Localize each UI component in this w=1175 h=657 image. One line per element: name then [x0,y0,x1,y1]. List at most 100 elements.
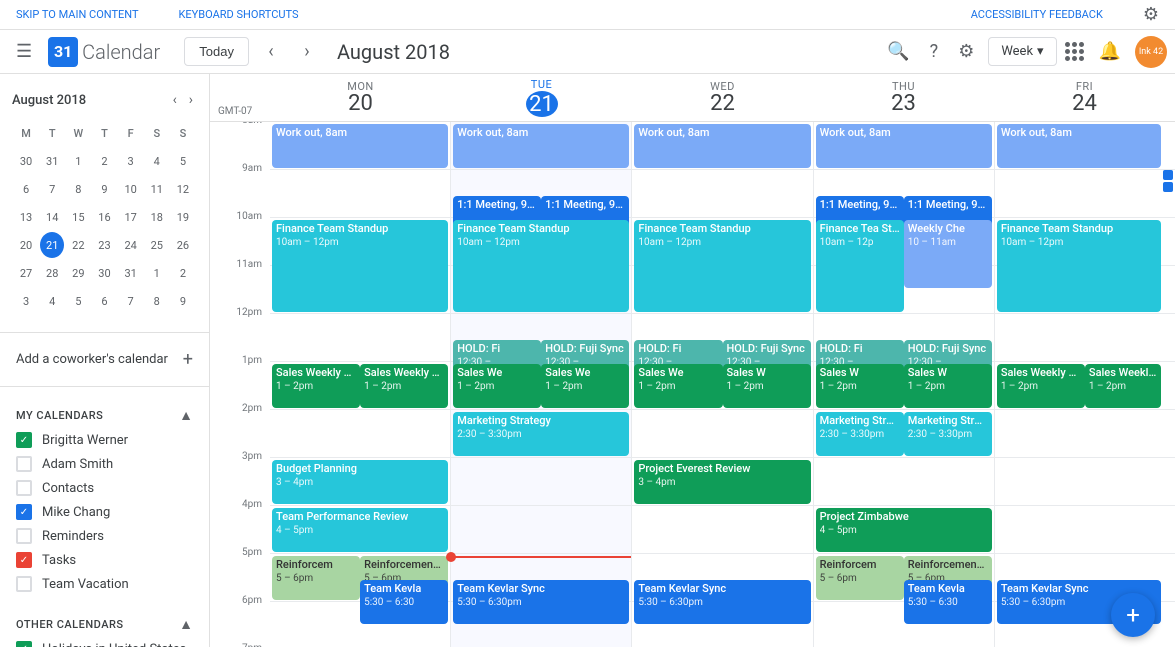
event-performance-mon[interactable]: Team Performance Review 4 – 5pm [272,508,448,552]
mini-cal-day[interactable]: 19 [171,204,195,230]
event-workout-tue[interactable]: Work out, 8am [453,124,629,168]
add-coworker-button[interactable]: Add a coworker's calendar + [0,341,209,378]
event-finance-mon[interactable]: Finance Team Standup 10am – 12pm [272,220,448,312]
calendar-item-brigitta[interactable]: Brigitta Werner [0,428,209,452]
mini-cal-next[interactable]: › [185,90,197,110]
calendar-item-adam[interactable]: Adam Smith [0,452,209,476]
calendar-checkbox-tasks[interactable] [16,552,32,568]
mini-cal-day[interactable]: 11 [145,176,169,202]
event-workout-mon[interactable]: Work out, 8am [272,124,448,168]
mini-cal-day[interactable]: 10 [119,176,143,202]
mini-cal-day[interactable]: 9 [92,176,116,202]
calendar-item-holidays[interactable]: Holidays in United States [0,637,209,647]
calendar-checkbox-adam[interactable] [16,456,32,472]
mini-cal-day[interactable]: 3 [119,148,143,174]
settings-icon[interactable]: ⚙ [1143,4,1159,25]
prev-week-button[interactable]: ‹ [257,38,285,66]
day-header-mon[interactable]: MON 20 [270,74,451,121]
calendar-item-reminders[interactable]: Reminders [0,524,209,548]
event-sales-mon-1[interactable]: Sales Weekly Kick 1 – 2pm [272,364,360,408]
mini-cal-day[interactable]: 17 [119,204,143,230]
collapse-my-cals-icon[interactable]: ▲ [179,407,193,424]
mini-cal-day[interactable]: 5 [171,148,195,174]
mini-cal-day[interactable]: 22 [66,232,90,258]
calendar-checkbox-brigitta[interactable] [16,432,32,448]
calendar-checkbox-holidays[interactable] [16,641,32,647]
mini-cal-day[interactable]: 5 [66,288,90,314]
event-sales-wed-1[interactable]: Sales We 1 – 2pm [634,364,722,408]
event-budget-mon[interactable]: Budget Planning 3 – 4pm [272,460,448,504]
mini-cal-day[interactable]: 6 [92,288,116,314]
event-finance-fri[interactable]: Finance Team Standup 10am – 12pm [997,220,1161,312]
mini-cal-day[interactable]: 1 [66,148,90,174]
mini-cal-day[interactable]: 8 [66,176,90,202]
event-reinforce-mon-1[interactable]: Reinforcem 5 – 6pm [272,556,360,600]
collapse-other-cals-icon[interactable]: ▲ [179,616,193,633]
calendar-item-mike[interactable]: Mike Chang [0,500,209,524]
keyboard-link[interactable]: KEYBOARD SHORTCUTS [179,8,299,21]
event-project-everest[interactable]: Project Everest Review 3 – 4pm [634,460,810,504]
mini-cal-day[interactable]: 30 [92,260,116,286]
mini-cal-day[interactable]: 28 [40,260,64,286]
mini-cal-day[interactable]: 27 [14,260,38,286]
day-col-tue[interactable]: Work out, 8am 1:1 Meeting, 9:30a 1:1 Mee… [450,122,631,647]
user-avatar[interactable]: Ink 42 [1135,36,1167,68]
day-col-fri[interactable]: Work out, 8am Finance Team Standup 10am … [994,122,1175,647]
event-sales-mon-2[interactable]: Sales Weekly Kick 1 – 2pm [360,364,448,408]
mini-cal-prev[interactable]: ‹ [169,90,181,110]
event-sales-thu-2[interactable]: Sales W 1 – 2pm [904,364,992,408]
event-sales-thu-1[interactable]: Sales W 1 – 2pm [816,364,904,408]
event-kevlar-mon[interactable]: Team Kevla 5:30 – 6:30 [360,580,448,624]
calendar-checkbox-reminders[interactable] [16,528,32,544]
calendar-checkbox-contacts[interactable] [16,480,32,496]
mini-cal-day[interactable]: 2 [171,260,195,286]
mini-cal-day[interactable]: 7 [40,176,64,202]
today-button[interactable]: Today [184,37,249,66]
event-marketing-tue[interactable]: Marketing Strategy 2:30 – 3:30pm [453,412,629,456]
mini-cal-day[interactable]: 13 [14,204,38,230]
mini-cal-day[interactable]: 9 [171,288,195,314]
my-calendars-header[interactable]: My calendars ▲ [0,403,209,428]
mini-cal-day[interactable]: 31 [40,148,64,174]
other-calendars-header[interactable]: Other calendars ▲ [0,612,209,637]
day-header-tue[interactable]: TUE 21 [451,74,632,121]
event-weekly-check-thu[interactable]: Weekly Che 10 – 11am [904,220,992,288]
mini-cal-day[interactable]: 7 [119,288,143,314]
calendar-item-team-vacation[interactable]: Team Vacation [0,572,209,596]
mini-cal-day[interactable]: 4 [145,148,169,174]
day-header-wed[interactable]: WED 22 [632,74,813,121]
event-kevlar-wed[interactable]: Team Kevlar Sync 5:30 – 6:30pm [634,580,810,624]
mini-cal-day[interactable]: 6 [14,176,38,202]
mini-cal-day[interactable]: 24 [119,232,143,258]
next-week-button[interactable]: › [293,38,321,66]
event-workout-fri[interactable]: Work out, 8am [997,124,1161,168]
mini-cal-day[interactable]: 16 [92,204,116,230]
mini-cal-day[interactable]: 15 [66,204,90,230]
fab-button[interactable]: + [1111,593,1155,637]
mini-cal-day[interactable]: 3 [14,288,38,314]
event-sales-fri-2[interactable]: Sales Weekly Kick 1 – 2pm [1085,364,1161,408]
mini-cal-day[interactable]: 1 [145,260,169,286]
event-kevlar-thu[interactable]: Team Kevla 5:30 – 6:30 [904,580,992,624]
day-col-wed[interactable]: Work out, 8am Finance Team Standup 10am … [631,122,812,647]
mini-cal-day[interactable]: 31 [119,260,143,286]
menu-button[interactable]: ☰ [8,33,40,70]
calendar-item-tasks[interactable]: Tasks [0,548,209,572]
mini-cal-day[interactable]: 20 [14,232,38,258]
mini-cal-day[interactable]: 30 [14,148,38,174]
mini-cal-day[interactable]: 2 [92,148,116,174]
mini-cal-day[interactable]: 8 [145,288,169,314]
mini-cal-day[interactable]: 18 [145,204,169,230]
calendar-item-contacts[interactable]: Contacts [0,476,209,500]
event-finance-tue[interactable]: Finance Team Standup 10am – 12pm [453,220,629,312]
mini-cal-today[interactable]: 21 [40,232,64,258]
event-kevlar-tue[interactable]: Team Kevlar Sync 5:30 – 6:30pm [453,580,629,624]
mini-cal-day[interactable]: 25 [145,232,169,258]
apps-menu[interactable] [1065,42,1085,62]
help-icon[interactable]: ? [924,35,945,68]
event-workout-wed[interactable]: Work out, 8am [634,124,810,168]
event-sales-tue-2[interactable]: Sales We 1 – 2pm [541,364,629,408]
view-selector[interactable]: Week ▾ [988,37,1056,66]
day-header-thu[interactable]: THU 23 [813,74,994,121]
mini-cal-day[interactable]: 23 [92,232,116,258]
